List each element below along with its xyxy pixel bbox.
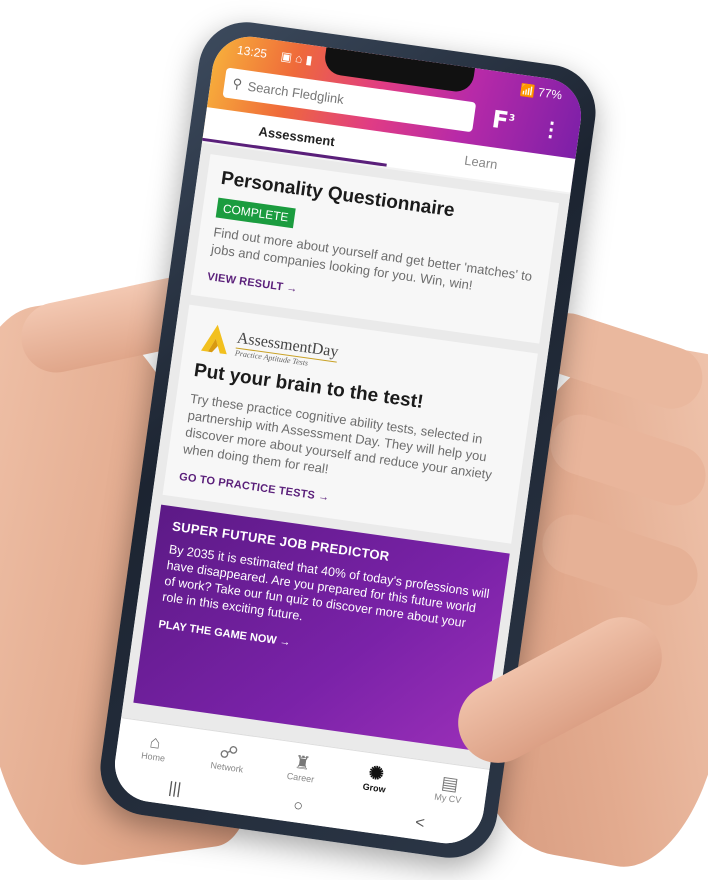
status-right: 📶 77% — [519, 83, 563, 103]
assessmentday-logo-text: AssessmentDay Practice Aptitude Tests — [234, 329, 340, 372]
nav-home[interactable]: ⌂ Home — [123, 728, 187, 766]
status-badge: COMPLETE — [215, 197, 296, 229]
job-predictor-card[interactable]: SUPER FUTURE JOB PREDICTOR By 2035 it is… — [133, 504, 510, 752]
practice-tests-link[interactable]: GO TO PRACTICE TESTS → — [178, 471, 330, 504]
more-menu-icon[interactable]: ⋮ — [540, 116, 563, 144]
nav-network[interactable]: ☍ Network — [196, 738, 260, 776]
view-result-link[interactable]: VIEW RESULT → — [207, 271, 299, 296]
recent-apps-icon[interactable]: ||| — [167, 779, 182, 799]
play-game-link[interactable]: PLAY THE GAME NOW → — [158, 618, 292, 648]
signal-icon: 📶 — [519, 82, 536, 99]
logo-badge: 3 — [508, 113, 516, 125]
status-time: 13:25 — [236, 42, 268, 61]
back-icon[interactable]: < — [414, 814, 426, 833]
battery-level: 77% — [537, 85, 564, 103]
card-description: Find out more about yourself and get bet… — [210, 224, 534, 293]
brain-test-card[interactable]: AssessmentDay Practice Aptitude Tests Pu… — [162, 304, 538, 544]
assessmentday-mark-icon — [201, 324, 227, 355]
nav-label: Home — [140, 750, 166, 764]
home-circle-icon[interactable]: ○ — [292, 797, 304, 816]
nav-my-cv[interactable]: ▤ My CV — [417, 769, 481, 807]
search-placeholder: Search Fledglink — [246, 78, 345, 107]
nav-label: Grow — [362, 781, 387, 795]
nav-grow[interactable]: ✺ Grow — [344, 759, 408, 797]
search-icon: ⚲ — [231, 75, 244, 92]
status-notification-icons: ▣ ⌂ ▮ — [279, 48, 314, 68]
fledglink-logo-icon[interactable]: F3 — [490, 105, 516, 136]
nav-career[interactable]: ♜ Career — [270, 749, 334, 787]
